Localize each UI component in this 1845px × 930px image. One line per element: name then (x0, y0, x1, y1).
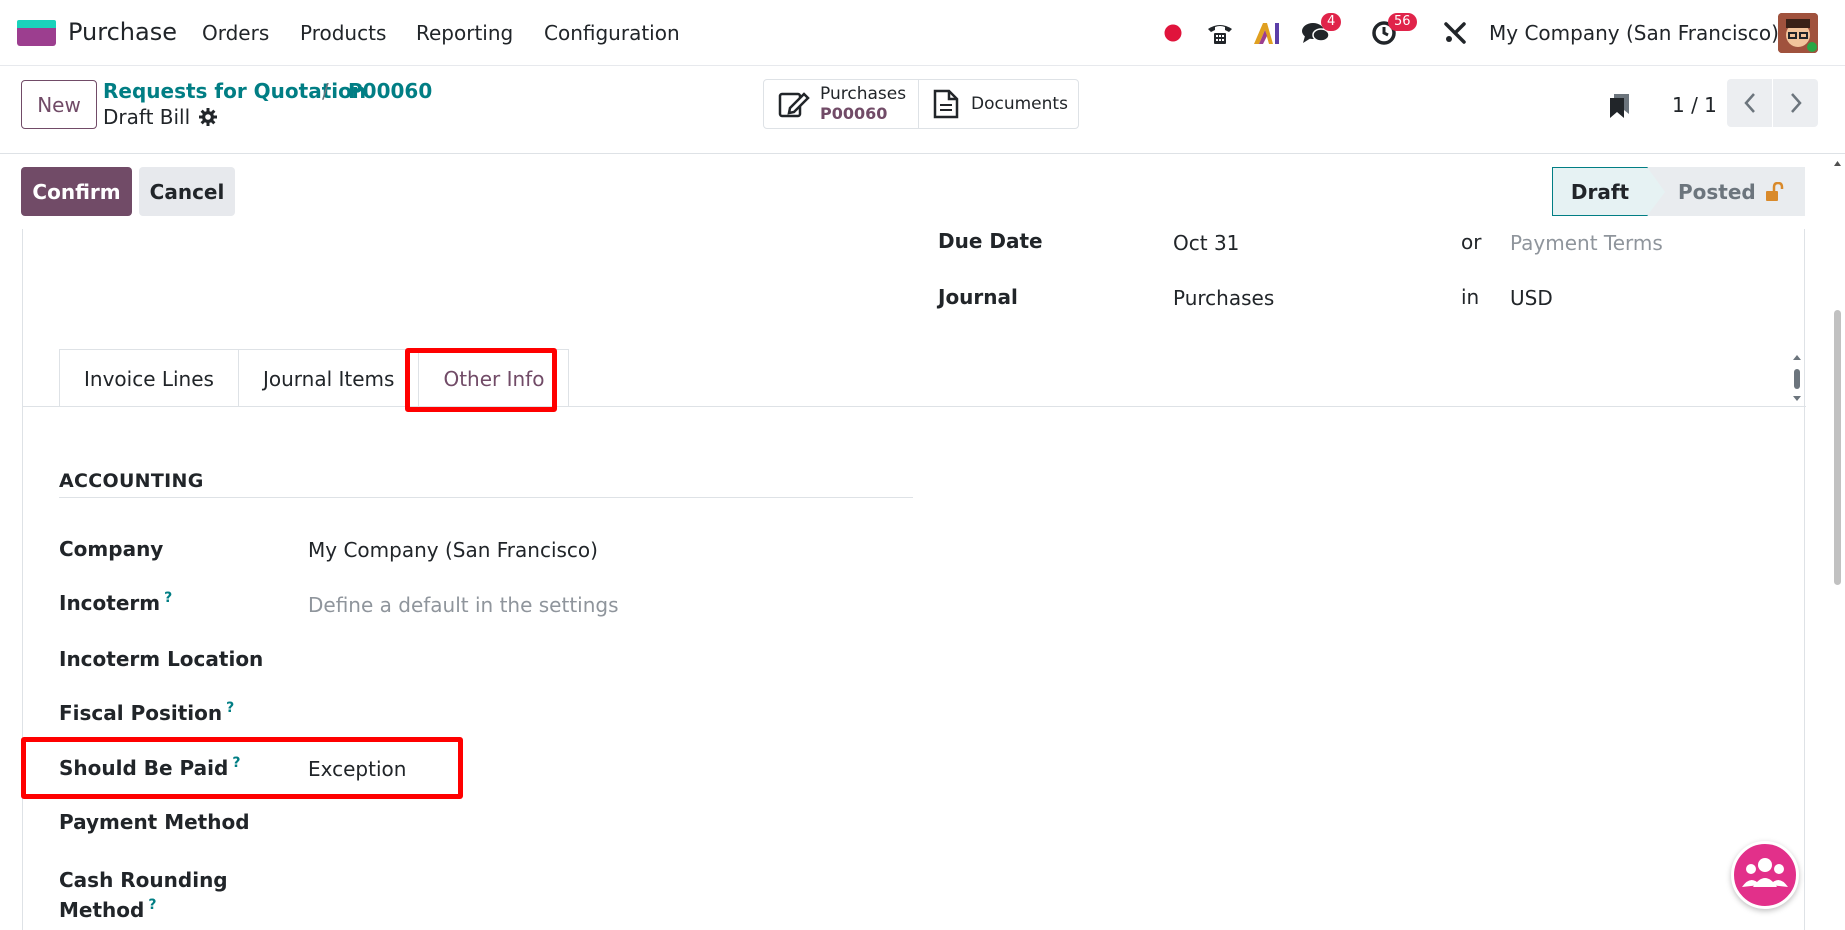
tools-icon[interactable] (1441, 18, 1469, 48)
cash-rounding-method-label: Cash Rounding Method? (59, 865, 228, 928)
messages-badge: 4 (1321, 13, 1342, 31)
livechat-button[interactable] (1731, 841, 1799, 909)
chevron-right-icon (1790, 93, 1802, 113)
accounting-section-title: ACCOUNTING (59, 470, 204, 492)
currency-field[interactable]: USD (1510, 286, 1553, 310)
form-sheet: Due Date Oct 31 or Payment Terms Journal… (21, 229, 1806, 930)
highlight-other-info-tab (405, 348, 557, 412)
chevron-left-icon (1743, 93, 1755, 113)
phone-icon[interactable] (1204, 18, 1236, 48)
tab-journal-items[interactable]: Journal Items (238, 349, 420, 407)
breadcrumb-separator: / (322, 79, 329, 103)
unlock-icon (1765, 181, 1783, 201)
gear-icon[interactable] (198, 107, 218, 127)
cash-rounding-label-line2: Method (59, 898, 145, 922)
purchases-smart-button[interactable]: Purchases P00060 (764, 80, 918, 128)
menu-reporting[interactable]: Reporting (416, 21, 513, 45)
tabs-divider (23, 406, 1806, 407)
due-date-label: Due Date (938, 229, 1043, 253)
company-switcher[interactable]: My Company (San Francisco) (1489, 21, 1779, 45)
payment-method-label: Payment Method (59, 810, 250, 834)
edit-document-icon (778, 92, 810, 118)
state-posted-label: Posted (1678, 179, 1756, 204)
incoterm-help-icon[interactable]: ? (164, 590, 172, 606)
menu-products[interactable]: Products (300, 21, 386, 45)
state-posted[interactable]: Posted (1648, 167, 1805, 216)
purchases-smart-label: Purchases (820, 84, 907, 104)
incoterm-field[interactable]: Define a default in the settings (308, 593, 619, 617)
bookmark-icon[interactable] (1607, 92, 1631, 125)
cancel-button[interactable]: Cancel (139, 167, 235, 216)
pager-value[interactable]: 1 / 1 (1672, 93, 1717, 117)
control-panel: New Requests for Quotation / P00060 Draf… (0, 66, 1845, 154)
smart-buttons: Purchases P00060 Documents (763, 79, 1079, 129)
due-date-field[interactable]: Oct 31 (1173, 231, 1239, 255)
user-avatar[interactable] (1778, 13, 1818, 53)
incoterm-location-label: Incoterm Location (59, 647, 264, 671)
status-bar: Confirm Cancel Draft Posted (0, 155, 1845, 229)
fiscal-position-label: Fiscal Position? (59, 700, 234, 725)
documents-smart-button[interactable]: Documents (918, 80, 1078, 128)
new-button[interactable]: New (21, 80, 97, 129)
purchase-app-icon[interactable] (17, 20, 56, 46)
ai-icon[interactable] (1252, 18, 1282, 48)
tab-invoice-lines[interactable]: Invoice Lines (59, 349, 239, 407)
fiscal-position-help-icon[interactable]: ? (226, 700, 234, 716)
company-label: Company (59, 537, 164, 561)
journal-label: Journal (938, 285, 1018, 309)
page-scrollbar-thumb[interactable] (1834, 310, 1841, 585)
cash-rounding-label-line1: Cash Rounding (59, 868, 228, 892)
app-name[interactable]: Purchase (68, 18, 177, 46)
accounting-section-divider (59, 497, 913, 498)
incoterm-label: Incoterm? (59, 590, 172, 615)
purchases-smart-value: P00060 (820, 104, 888, 123)
breadcrumb-p00060[interactable]: P00060 (348, 79, 432, 103)
pager-previous-button[interactable] (1727, 79, 1772, 127)
payment-terms-field[interactable]: Payment Terms (1510, 231, 1663, 255)
document-icon (933, 89, 959, 119)
journal-in: in (1461, 285, 1480, 309)
record-icon[interactable] (1163, 18, 1183, 48)
activities-badge: 56 (1388, 13, 1417, 31)
state-draft[interactable]: Draft (1552, 167, 1648, 216)
highlight-should-be-paid (21, 737, 463, 799)
incoterm-label-text: Incoterm (59, 591, 161, 615)
state-draft-arrow (1647, 167, 1665, 216)
fiscal-position-label-text: Fiscal Position (59, 701, 223, 725)
journal-field[interactable]: Purchases (1173, 286, 1274, 310)
pager-next-button[interactable] (1773, 79, 1818, 127)
confirm-button[interactable]: Confirm (21, 167, 132, 216)
menu-configuration[interactable]: Configuration (544, 21, 680, 45)
company-field[interactable]: My Company (San Francisco) (308, 538, 598, 562)
menu-orders[interactable]: Orders (202, 21, 269, 45)
top-navbar: Purchase Orders Products Reporting Confi… (0, 0, 1845, 66)
due-date-or: or (1461, 230, 1482, 254)
users-icon (1742, 858, 1788, 887)
tabs-scrollbar[interactable] (1790, 352, 1804, 404)
documents-smart-label: Documents (971, 94, 1068, 114)
record-title: Draft Bill (103, 105, 191, 129)
cash-rounding-help-icon[interactable]: ? (148, 897, 156, 913)
